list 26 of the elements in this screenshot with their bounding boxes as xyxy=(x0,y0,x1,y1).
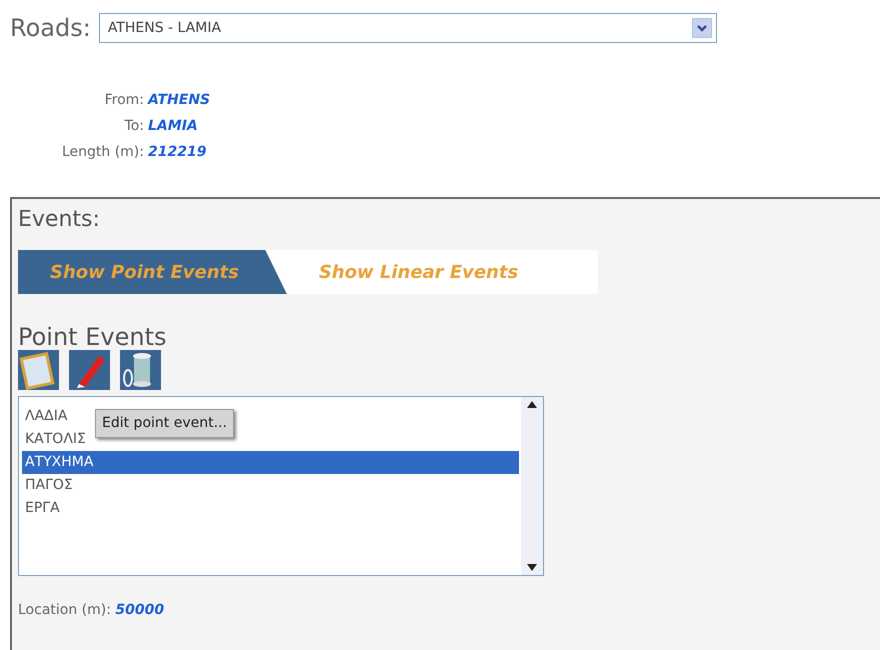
scroll-up-icon[interactable] xyxy=(527,401,537,408)
location-value: 50000 xyxy=(115,602,164,618)
location-label: Location (m): xyxy=(18,602,112,618)
spool-icon[interactable] xyxy=(120,350,161,390)
list-item[interactable]: ΠΑΓΟΣ xyxy=(22,474,75,498)
section-title: Point Events xyxy=(18,324,168,350)
clipboard-icon[interactable] xyxy=(18,350,59,390)
panel-title: Events: xyxy=(18,206,101,234)
pen-icon[interactable] xyxy=(69,350,110,390)
dropdown-icon[interactable] xyxy=(692,18,712,38)
field-value: 212219 xyxy=(148,143,208,162)
field-value: LAMIA xyxy=(148,117,199,136)
field-label: To: xyxy=(124,117,145,136)
scrollbar[interactable] xyxy=(521,397,543,576)
field-value: ATHENS xyxy=(148,91,212,110)
event-list[interactable]: ΛΑΔΙΑ ΚΑΤΟΛΙΣ ΑΤΥΧΗΜΑ ΠΑΓΟΣ ΕΡΓΑ Edit point event... xyxy=(18,396,544,576)
field-label: From: xyxy=(104,91,145,110)
list-item[interactable]: ΕΡΓΑ xyxy=(22,497,62,520)
list-item[interactable]: ΛΑΔΙΑ xyxy=(22,405,70,428)
list-item[interactable]: ΚΑΤΟΛΙΣ xyxy=(22,428,88,452)
tooltip: Edit point event... xyxy=(95,409,234,438)
field-label: Length (m): xyxy=(60,143,145,162)
roads-label: Roads: xyxy=(10,13,91,44)
road-select[interactable]: ATHENS - LAMIA xyxy=(98,13,717,43)
list-item[interactable]: ΑΤΥΧΗΜΑ xyxy=(22,451,519,474)
scroll-down-icon[interactable] xyxy=(527,564,537,572)
